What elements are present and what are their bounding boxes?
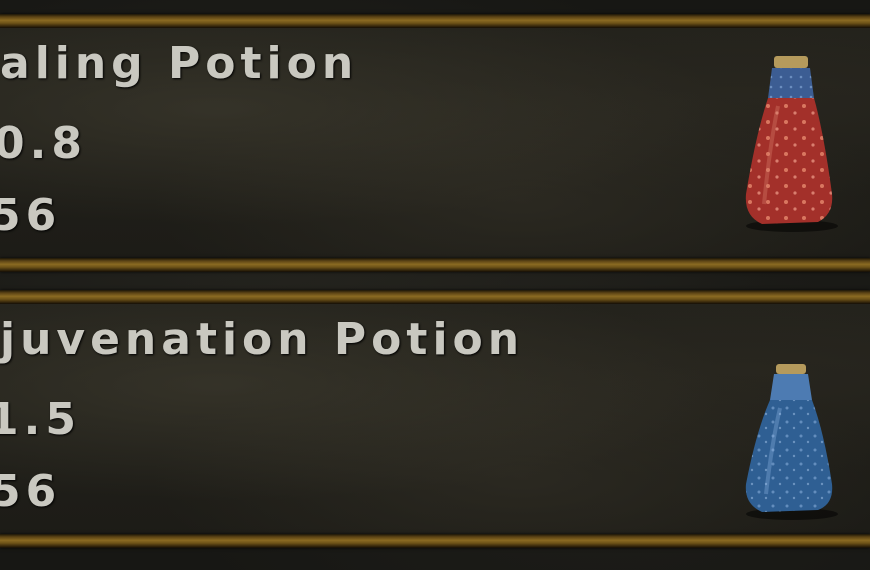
gold-border-top — [0, 14, 870, 28]
potion-inventory-screen: aling Potion 0.8 56 juvenation Potion 1.… — [0, 0, 870, 570]
blue-potion-icon — [745, 364, 838, 520]
item-stat-secondary: 56 — [0, 190, 62, 241]
item-stat-primary: 1.5 — [0, 394, 81, 445]
item-slot-rejuvenation-potion[interactable]: juvenation Potion 1.5 56 — [0, 304, 870, 534]
item-stat-secondary: 56 — [0, 466, 62, 517]
item-name: juvenation Potion — [0, 314, 525, 365]
gold-border-divider-lower — [0, 258, 870, 272]
red-potion-icon — [745, 56, 838, 232]
gold-border-bottom — [0, 534, 870, 548]
gold-border-divider-upper — [0, 290, 870, 304]
item-name: aling Potion — [0, 38, 359, 89]
item-stat-primary: 0.8 — [0, 118, 87, 169]
item-slot-healing-potion[interactable]: aling Potion 0.8 56 — [0, 28, 870, 258]
